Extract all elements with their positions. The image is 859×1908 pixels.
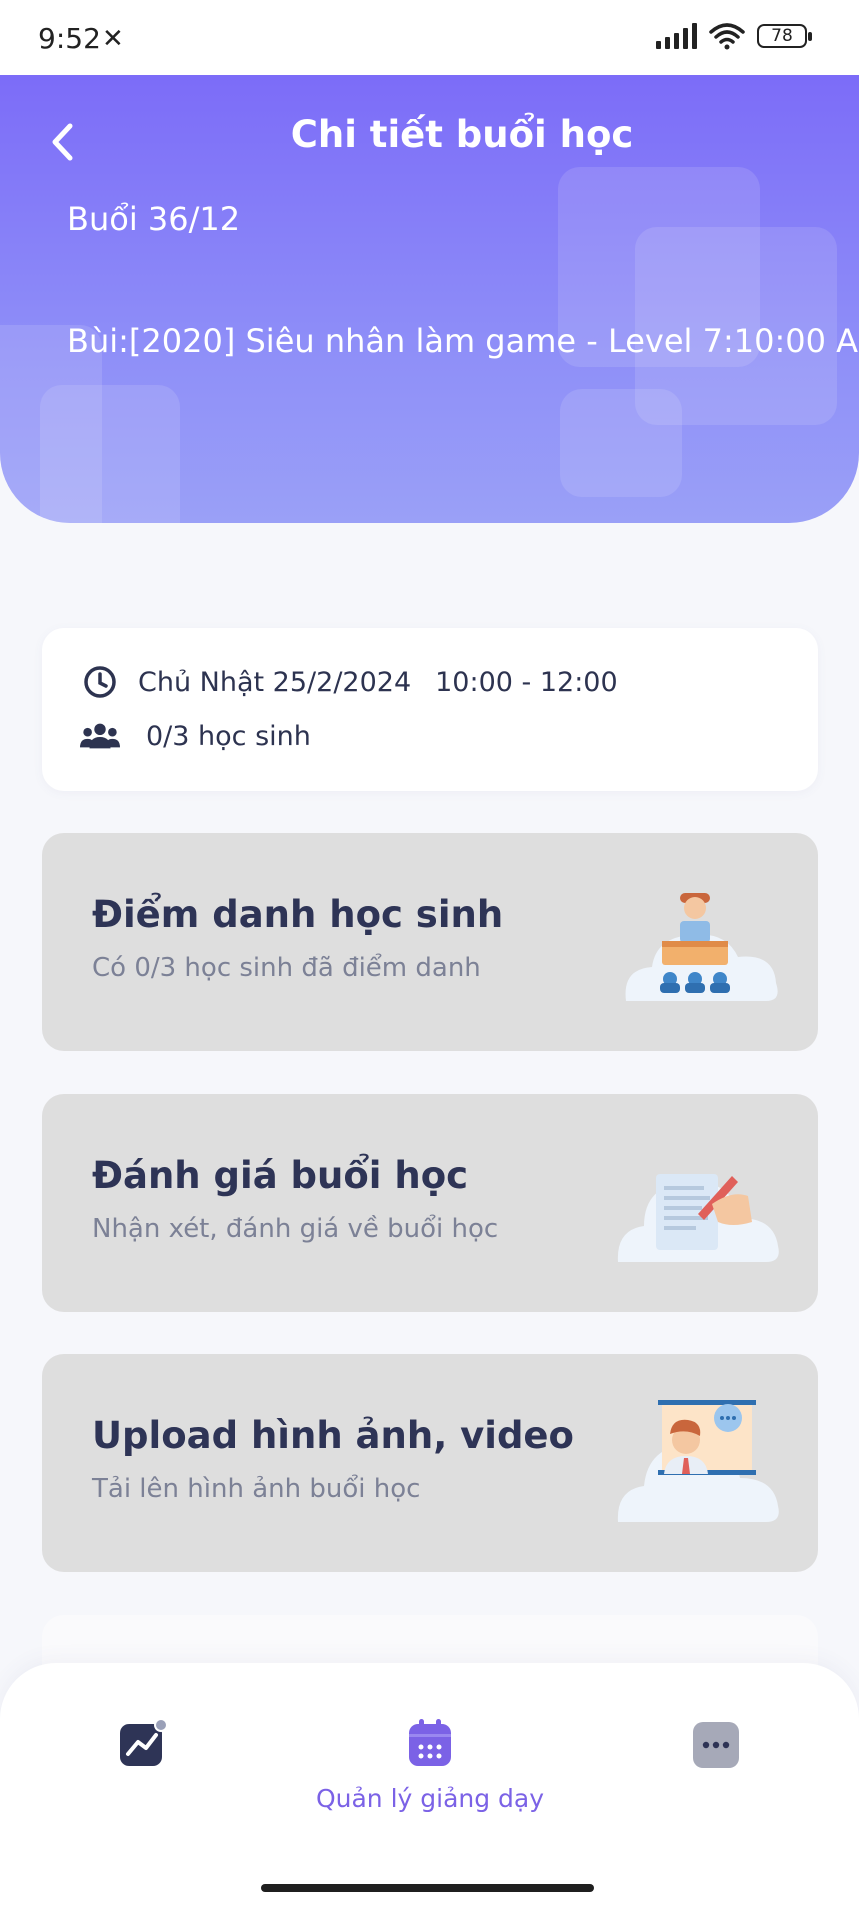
attendance-card[interactable]: Điểm danh học sinh Có 0/3 học sinh đã đi…: [42, 833, 818, 1051]
header-decoration: [40, 385, 180, 523]
course-info: Bùi:[2020] Siêu nhân làm game - Level 7:…: [67, 322, 859, 360]
status-time: 9:52: [38, 22, 101, 55]
battery-icon: 78: [757, 24, 812, 48]
student-count: 0/3 học sinh: [146, 720, 311, 752]
header-decoration: [560, 389, 682, 497]
home-indicator[interactable]: [261, 1884, 594, 1892]
battery-level: 78: [771, 26, 793, 46]
wifi-icon: [709, 23, 745, 50]
students-icon: [80, 716, 120, 756]
card-title: Điểm danh học sinh: [92, 893, 504, 936]
session-date: Chủ Nhật 25/2/2024: [138, 666, 412, 698]
card-subtitle: Có 0/3 học sinh đã điểm danh: [92, 953, 481, 983]
session-number: Buổi 36/12: [67, 200, 241, 238]
session-review-card[interactable]: Đánh giá buổi học Nhận xét, đánh giá về …: [42, 1094, 818, 1312]
status-icons: 78: [656, 22, 812, 50]
more-icon: [693, 1722, 739, 1768]
page-title: Chi tiết buổi học: [290, 113, 634, 156]
calendar-icon: [409, 1719, 451, 1766]
signal-icon: [656, 23, 697, 49]
video-call-icon: [617, 1400, 779, 1522]
nav-label-teaching: Quản lý giảng dạy: [315, 1784, 545, 1813]
header: Chi tiết buổi học Buổi 36/12 Bùi:[2020] …: [0, 75, 859, 523]
hand-writing-icon: [617, 1174, 779, 1262]
student-count-row: 0/3 học sinh: [80, 716, 311, 756]
nav-item-more[interactable]: [692, 1718, 740, 1768]
clock-icon: [80, 662, 120, 702]
card-subtitle: Tải lên hình ảnh buổi học: [92, 1474, 421, 1504]
card-title: Đánh giá buổi học: [92, 1154, 469, 1197]
session-date-row: Chủ Nhật 25/2/2024 10:00 - 12:00: [80, 662, 618, 702]
status-bar: 9:52 ✕ 78: [0, 0, 859, 75]
card-title: Upload hình ảnh, video: [92, 1414, 574, 1457]
nav-item-teaching[interactable]: Quản lý giảng dạy: [300, 1718, 560, 1813]
teacher-classroom-icon: [625, 893, 778, 1001]
session-info-card: Chủ Nhật 25/2/2024 10:00 - 12:00 0/3 học…: [42, 628, 818, 791]
card-subtitle: Nhận xét, đánh giá về buổi học: [92, 1214, 499, 1244]
upload-media-card[interactable]: Upload hình ảnh, video Tải lên hình ảnh …: [42, 1354, 818, 1572]
nav-item-dashboard[interactable]: [118, 1718, 168, 1768]
notification-icon: ✕: [102, 24, 124, 54]
chart-icon: [120, 1718, 168, 1766]
bottom-nav: Quản lý giảng dạy: [0, 1663, 859, 1908]
session-time: 10:00 - 12:00: [435, 666, 618, 698]
